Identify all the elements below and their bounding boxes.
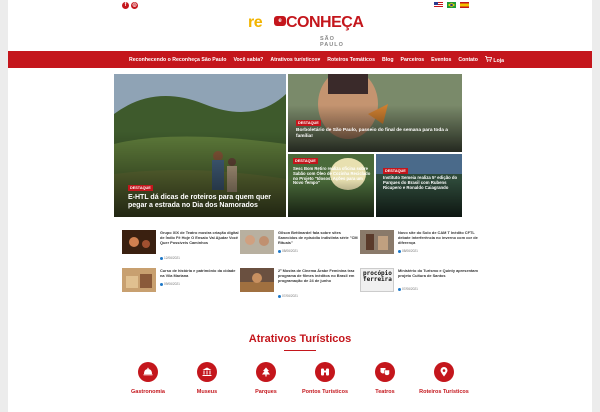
attraction-pontos-turisticos[interactable]: Pontos Turísticos <box>295 362 355 395</box>
hero-bottom-right-tag: DESTAQUE <box>383 168 408 174</box>
attraction-label: Museus <box>196 389 218 395</box>
attraction-label: Parques <box>255 389 277 395</box>
language-switcher <box>434 2 469 8</box>
nav-item-contato[interactable]: Contato <box>458 57 478 63</box>
nav-item-voce-sabia[interactable]: Você sabia? <box>233 57 263 63</box>
page: f ◎ re e CONHEÇA SÃO PAULO Reconhecendo … <box>0 0 600 412</box>
list-item[interactable]: procópio ferreira Ministério do Turismo … <box>360 268 478 296</box>
attraction-label: Gastronomia <box>131 389 165 395</box>
news-title[interactable]: Ministério do Turismo e Quinty apresenta… <box>398 268 478 278</box>
clock-icon <box>278 249 281 253</box>
hero-main-card[interactable]: DESTAQUE E-HTL dá dicas de roteiros para… <box>114 74 286 217</box>
main-nav: Reconhecendo o Reconheça São Paulo Você … <box>8 51 592 68</box>
news-date: 07/06/2021 <box>398 287 418 291</box>
news-thumb: procópio ferreira <box>360 268 394 292</box>
attraction-parques[interactable]: Parques <box>236 362 296 395</box>
news-thumb <box>360 230 394 254</box>
news-date-text: 07/06/2021 <box>402 287 418 291</box>
hero-main-title[interactable]: E-HTL dá dicas de roteiros para quem que… <box>128 194 280 210</box>
facebook-icon[interactable]: f <box>122 2 129 9</box>
attractions-title: Atrativos Turísticos <box>248 333 352 345</box>
nav-item-loja-label: Loja <box>493 57 505 64</box>
nav-item-blog[interactable]: Blog <box>382 57 394 63</box>
map-pin-icon <box>434 362 454 382</box>
news-date-text: 08/06/2021 <box>402 249 418 253</box>
hero-top-right-card[interactable]: DESTAQUE Borboletário de São Paulo, pass… <box>288 74 462 152</box>
binoculars-icon <box>315 362 335 382</box>
news-date: 12/06/2021 <box>160 256 180 260</box>
logo-conheca: CONHEÇA <box>286 14 364 31</box>
news-date: 09/06/2021 <box>160 282 180 286</box>
news-date: 08/06/2021 <box>278 249 298 253</box>
news-thumb <box>122 268 156 292</box>
news-date-text: 07/06/2021 <box>282 294 298 298</box>
nav-item-roteiros[interactable]: Roteiros Temáticos <box>327 57 375 63</box>
museum-icon <box>197 362 217 382</box>
hero-bottom-left-title[interactable]: Sesc Bom Retiro realiza oficina sobre Sa… <box>293 166 371 186</box>
list-item[interactable]: Gilson Bettinardel fala sobre sites Sane… <box>240 230 358 258</box>
nav-item-reconhecendo[interactable]: Reconhecendo o Reconheça São Paulo <box>129 57 226 63</box>
news-date-text: 08/06/2021 <box>282 249 298 253</box>
clock-icon <box>160 256 163 260</box>
nav-item-atrativos-label: Atrativos turísticos <box>270 56 318 63</box>
list-item[interactable]: Novo site do Solo de CAM T Inédito CFTL … <box>360 230 478 258</box>
attraction-roteiros[interactable]: Roteiros Turísticos <box>414 362 474 395</box>
nav-item-eventos[interactable]: Eventos <box>431 57 451 63</box>
attraction-label: Pontos Turísticos <box>301 389 349 395</box>
attraction-label: Teatros <box>375 389 395 395</box>
clock-icon <box>278 294 281 298</box>
news-thumb-text: procópio ferreira <box>363 270 392 283</box>
news-date: 08/06/2021 <box>398 249 418 253</box>
news-title[interactable]: Curso de história e patrimônio da cidade… <box>160 268 240 278</box>
logo-re: re <box>248 14 263 31</box>
news-title[interactable]: Novo site do Solo de CAM T Inédito CFTL … <box>398 230 478 245</box>
news-thumb <box>240 268 274 292</box>
news-thumb <box>240 230 274 254</box>
clock-icon <box>160 282 163 286</box>
logo-badge: e <box>274 16 286 26</box>
chevron-down-icon: ▾ <box>317 56 321 63</box>
news-title[interactable]: Gilson Bettinardel fala sobre sites Sane… <box>278 230 358 245</box>
attraction-museus[interactable]: Museus <box>177 362 237 395</box>
attraction-label: Roteiros Turísticos <box>419 389 469 395</box>
hero-top-right-title[interactable]: Borboletário de São Paulo, passeio do fi… <box>296 128 456 139</box>
nav-item-parceiros[interactable]: Parceiros <box>401 57 425 63</box>
nav-item-loja[interactable]: Loja <box>484 55 505 64</box>
news-date-text: 09/06/2021 <box>164 282 180 286</box>
es-flag[interactable] <box>460 2 469 8</box>
site-logo[interactable]: re e CONHEÇA SÃO PAULO <box>248 14 364 48</box>
news-thumb <box>122 230 156 254</box>
hero-main-tag: DESTAQUE <box>128 185 153 191</box>
hero-bottom-right-title[interactable]: Instituto Semeia realiza 5ª edição do Pa… <box>383 175 459 191</box>
theater-masks-icon <box>375 362 395 382</box>
cart-icon <box>484 55 493 62</box>
attraction-gastronomia[interactable]: Gastronomia <box>118 362 178 395</box>
logo-city: SÃO PAULO <box>320 36 344 48</box>
attraction-teatros[interactable]: Teatros <box>355 362 415 395</box>
list-item[interactable]: Curso de história e patrimônio da cidade… <box>122 268 240 296</box>
clock-icon <box>398 249 401 253</box>
news-date-text: 12/06/2021 <box>164 256 180 260</box>
food-dome-icon <box>138 362 158 382</box>
hero-bottom-left-tag: DESTAQUE <box>293 158 318 164</box>
hero-bottom-right-card[interactable]: DESTAQUE Instituto Semeia realiza 5ª edi… <box>376 154 462 217</box>
br-flag[interactable] <box>447 2 456 8</box>
news-title[interactable]: Grupo XIX de Teatro mostra criação digit… <box>160 230 240 245</box>
news-title[interactable]: 2ª Mostra de Cinema Árabe Feminina traz … <box>278 268 358 283</box>
hero-bottom-left-card[interactable]: DESTAQUE Sesc Bom Retiro realiza oficina… <box>288 154 374 217</box>
nav-item-atrativos[interactable]: Atrativos turísticos▾ <box>270 57 320 63</box>
news-date: 07/06/2021 <box>278 294 298 298</box>
list-item[interactable]: Grupo XIX de Teatro mostra criação digit… <box>122 230 240 260</box>
social-links: f ◎ <box>122 2 138 9</box>
instagram-icon[interactable]: ◎ <box>131 2 138 9</box>
us-flag[interactable] <box>434 2 443 8</box>
tree-icon <box>256 362 276 382</box>
list-item[interactable]: 2ª Mostra de Cinema Árabe Feminina traz … <box>240 268 358 298</box>
attractions-divider <box>284 350 316 351</box>
clock-icon <box>398 287 401 291</box>
hero-top-right-tag: DESTAQUE <box>296 120 321 126</box>
